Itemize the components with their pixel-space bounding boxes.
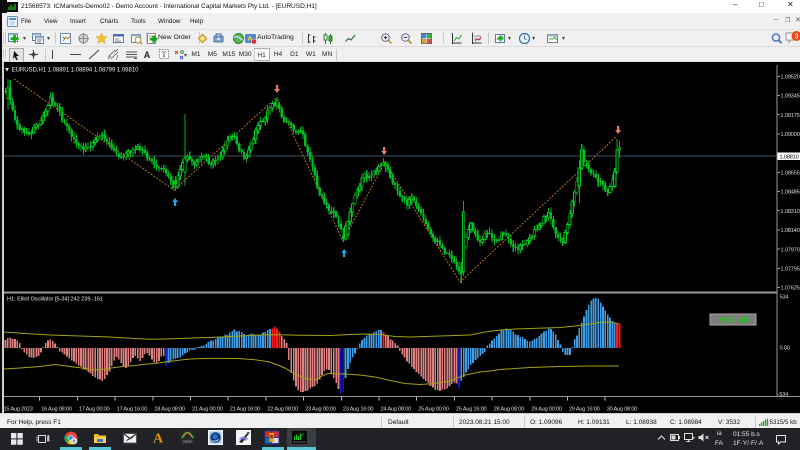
svg-text:29 Aug 00:00: 29 Aug 00:00: [531, 407, 562, 413]
svg-text:alpari: alpari: [183, 439, 193, 444]
svg-text:28 Aug 08:00: 28 Aug 08:00: [494, 407, 525, 413]
svg-text:1.09520: 1.09520: [781, 75, 800, 81]
svg-text:18 Aug 08:00: 18 Aug 08:00: [154, 407, 185, 413]
svg-text:1.07795: 1.07795: [781, 267, 800, 273]
svg-text:23 Aug 16:00: 23 Aug 16:00: [343, 407, 374, 413]
svg-text:534: 534: [780, 295, 789, 301]
svg-text:1.09175: 1.09175: [781, 113, 800, 119]
svg-text:1.08655: 1.08655: [781, 171, 800, 177]
svg-text:30 Aug 08:00: 30 Aug 08:00: [607, 407, 638, 413]
svg-text:-534: -534: [778, 392, 789, 398]
svg-text:T: T: [162, 50, 167, 59]
svg-text:H1: Elliot Oscillator [5-34]: H1: Elliot Oscillator [5-34] 242 239 -16…: [7, 297, 103, 303]
svg-text:A: A: [153, 432, 164, 446]
svg-text:1.08310: 1.08310: [781, 209, 800, 215]
svg-text:▼ EURUSD,H1 1.08891 1.08894 1: ▼ EURUSD,H1 1.08891 1.08894 1.08799 1.08…: [4, 67, 139, 74]
svg-text:ƒ: ƒ: [116, 55, 119, 60]
svg-text:0.00: 0.00: [780, 346, 790, 352]
svg-text:21 Aug 16:00: 21 Aug 16:00: [230, 407, 261, 413]
svg-text:24 Aug 08:00: 24 Aug 08:00: [381, 407, 412, 413]
svg-text:A: A: [144, 50, 151, 60]
svg-text:25 Aug 16:00: 25 Aug 16:00: [456, 407, 487, 413]
svg-text:15 Aug 2023: 15 Aug 2023: [4, 407, 33, 413]
svg-text:1.07970: 1.07970: [781, 247, 800, 253]
svg-text:1.09000: 1.09000: [781, 132, 800, 138]
svg-text:22 Aug 08:00: 22 Aug 08:00: [267, 407, 298, 413]
svg-text:17 Aug 16:00: 17 Aug 16:00: [117, 407, 148, 413]
svg-text:17 Aug 00:00: 17 Aug 00:00: [79, 407, 110, 413]
svg-text:EWO-off: EWO-off: [719, 316, 749, 325]
svg-text:29 Aug 16:00: 29 Aug 16:00: [569, 407, 600, 413]
svg-text:1.07625: 1.07625: [781, 286, 800, 292]
svg-text:16 Aug 08:00: 16 Aug 08:00: [41, 407, 72, 413]
svg-text:23 Aug 00:00: 23 Aug 00:00: [305, 407, 336, 413]
svg-text:21 Aug 00:00: 21 Aug 00:00: [192, 407, 223, 413]
svg-text:25 Aug 00:00: 25 Aug 00:00: [418, 407, 449, 413]
svg-text:1.09345: 1.09345: [781, 94, 800, 100]
svg-text:1.08810: 1.08810: [780, 154, 799, 160]
svg-text:MetaTrader: MetaTrader: [293, 440, 306, 444]
svg-text:1.08140: 1.08140: [781, 228, 800, 234]
svg-text:1.08485: 1.08485: [781, 190, 800, 196]
svg-text:3: 3: [795, 34, 799, 41]
